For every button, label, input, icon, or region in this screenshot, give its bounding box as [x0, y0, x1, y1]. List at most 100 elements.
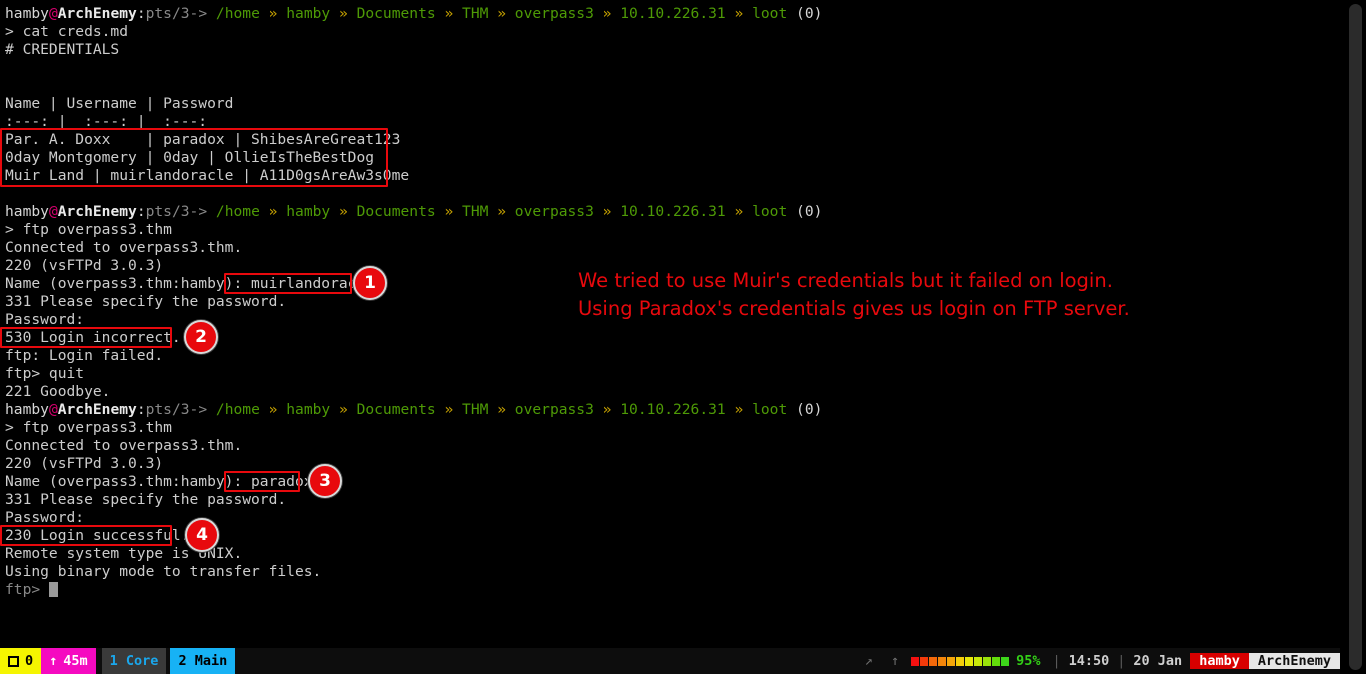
- ftp-login-successful: 230 Login successful.: [5, 527, 190, 544]
- status-right-group: ↗ ↑ 95% | 14:50 | 20 Jan hamby ArchEnemy: [861, 648, 1340, 674]
- workspace-main[interactable]: 2 Main: [170, 648, 236, 674]
- command-line: > ftp overpass3.thm: [5, 419, 172, 436]
- output-line: > cat creds.md: [5, 23, 129, 40]
- table-divider-line: :---: | :---: | :---:: [5, 113, 208, 130]
- path-seg-2: Documents: [356, 203, 436, 220]
- battery-block: [965, 656, 974, 666]
- status-separator: |: [1052, 653, 1061, 669]
- prompt-line-3: hamby@ArchEnemy:pts/3-> /home » hamby » …: [5, 401, 822, 419]
- table-header-line: Name | Username | Password: [5, 95, 234, 112]
- status-spacer: [235, 648, 861, 674]
- prompt-at: @: [48, 401, 58, 418]
- path-seg-6: loot: [752, 203, 788, 220]
- path-seg-4: overpass3: [514, 203, 594, 220]
- output-line: 220 (vsFTPd 3.0.3): [5, 455, 164, 472]
- ftp-prompt[interactable]: ftp>: [5, 581, 58, 599]
- ftp-prompt-label: ftp>: [5, 581, 49, 598]
- output-line: 220 (vsFTPd 3.0.3): [5, 257, 164, 274]
- battery-block: [983, 656, 992, 666]
- prompt-tty: pts/3->: [145, 401, 208, 418]
- scrollbar-thumb[interactable]: [1349, 4, 1362, 670]
- path-seg-5: 10.10.226.31: [620, 401, 726, 418]
- output-line: # CREDENTIALS: [5, 41, 120, 58]
- status-separator: |: [1117, 653, 1126, 669]
- command-line: > ftp overpass3.thm: [5, 221, 172, 238]
- battery-gauge-icon: [908, 656, 1012, 666]
- output-line: Connected to overpass3.thm.: [5, 437, 243, 454]
- prompt-jobs: (0): [796, 203, 823, 220]
- path-sep-3: »: [497, 401, 506, 418]
- path-sep-1: »: [338, 401, 348, 418]
- battery-block: [974, 656, 983, 666]
- table-row: Muir Land | muirlandoracle | A11D0gsAreA…: [5, 167, 410, 184]
- battery-block: [911, 656, 920, 666]
- window-icon: [8, 655, 19, 667]
- annotation-badge-3: 3: [308, 464, 342, 498]
- uptime-arrow-icon: ↑: [49, 653, 58, 669]
- battery-percent: 95%: [1016, 653, 1041, 669]
- path-sep-2: »: [444, 203, 454, 220]
- clock-time[interactable]: 14:50: [1067, 653, 1112, 669]
- prompt-colon: :: [136, 5, 146, 22]
- prompt-user: hamby: [5, 5, 49, 22]
- status-user[interactable]: hamby: [1190, 653, 1249, 669]
- path-seg-4: overpass3: [514, 401, 594, 418]
- battery-block: [920, 656, 929, 666]
- output-line: Using binary mode to transfer files.: [5, 563, 322, 580]
- battery-block: [938, 656, 947, 666]
- path-seg-5: 10.10.226.31: [620, 5, 726, 22]
- ftp-username-prompt-1: Name (overpass3.thm:hamby): muirlandorac…: [5, 275, 375, 292]
- path-seg-3: THM: [462, 203, 489, 220]
- terminal-window: hamby@ArchEnemy:pts/3-> /home » hamby » …: [0, 0, 1366, 674]
- prompt-tty: pts/3->: [145, 5, 208, 22]
- output-line: Password:: [5, 509, 85, 526]
- prompt-at: @: [48, 5, 58, 22]
- ftp-login-incorrect: 530 Login incorrect.: [5, 329, 181, 346]
- path-sep-1: »: [338, 203, 348, 220]
- output-line: Connected to overpass3.thm.: [5, 239, 243, 256]
- path-sep-5: »: [734, 5, 744, 22]
- prompt-colon: :: [136, 203, 146, 220]
- terminal-output[interactable]: hamby@ArchEnemy:pts/3-> /home » hamby » …: [0, 0, 1340, 644]
- text-cursor: [48, 582, 58, 597]
- path-seg-4: overpass3: [514, 5, 594, 22]
- battery-block: [992, 656, 1001, 666]
- table-row: 0day Montgomery | 0day | OllieIsTheBestD…: [5, 149, 375, 166]
- output-line: 331 Please specify the password.: [5, 293, 287, 310]
- annotation-badge-2: 2: [184, 320, 218, 354]
- status-windows-segment[interactable]: 0: [0, 648, 42, 674]
- workspace-core[interactable]: 1 Core: [101, 648, 167, 674]
- prompt-user: hamby: [5, 203, 49, 220]
- path-seg-1: hamby: [286, 401, 331, 418]
- path-sep-5: »: [734, 203, 744, 220]
- path-sep-3: »: [497, 5, 506, 22]
- prompt-line-1: hamby@ArchEnemy:pts/3-> /home » hamby » …: [5, 5, 822, 23]
- status-uptime-segment[interactable]: ↑ 45m: [41, 648, 96, 674]
- scrollbar-track[interactable]: [1340, 0, 1366, 674]
- output-line: ftp: Login failed.: [5, 347, 164, 364]
- network-traffic-icon: ↗ ↑: [864, 653, 905, 669]
- status-host[interactable]: ArchEnemy: [1248, 653, 1340, 669]
- path-seg-0: /home: [215, 203, 260, 220]
- path-seg-5: 10.10.226.31: [620, 203, 726, 220]
- path-sep-2: »: [444, 5, 454, 22]
- path-sep-2: »: [444, 401, 454, 418]
- prompt-at: @: [48, 203, 58, 220]
- path-seg-6: loot: [752, 401, 788, 418]
- prompt-host: ArchEnemy: [57, 203, 137, 220]
- prompt-user: hamby: [5, 401, 49, 418]
- path-sep-1: »: [338, 5, 348, 22]
- prompt-host: ArchEnemy: [57, 401, 137, 418]
- path-seg-3: THM: [462, 401, 489, 418]
- prompt-line-2: hamby@ArchEnemy:pts/3-> /home » hamby » …: [5, 203, 822, 221]
- battery-block: [956, 656, 965, 666]
- clock-date[interactable]: 20 Jan: [1131, 653, 1190, 669]
- path-seg-1: hamby: [286, 203, 331, 220]
- prompt-tty: pts/3->: [145, 203, 208, 220]
- prompt-jobs: (0): [796, 5, 823, 22]
- path-seg-1: hamby: [286, 5, 331, 22]
- ftp-username-prompt-2: Name (overpass3.thm:hamby): paradox: [5, 473, 313, 490]
- uptime-value: 45m: [63, 653, 88, 669]
- prompt-colon: :: [136, 401, 146, 418]
- path-seg-3: THM: [462, 5, 489, 22]
